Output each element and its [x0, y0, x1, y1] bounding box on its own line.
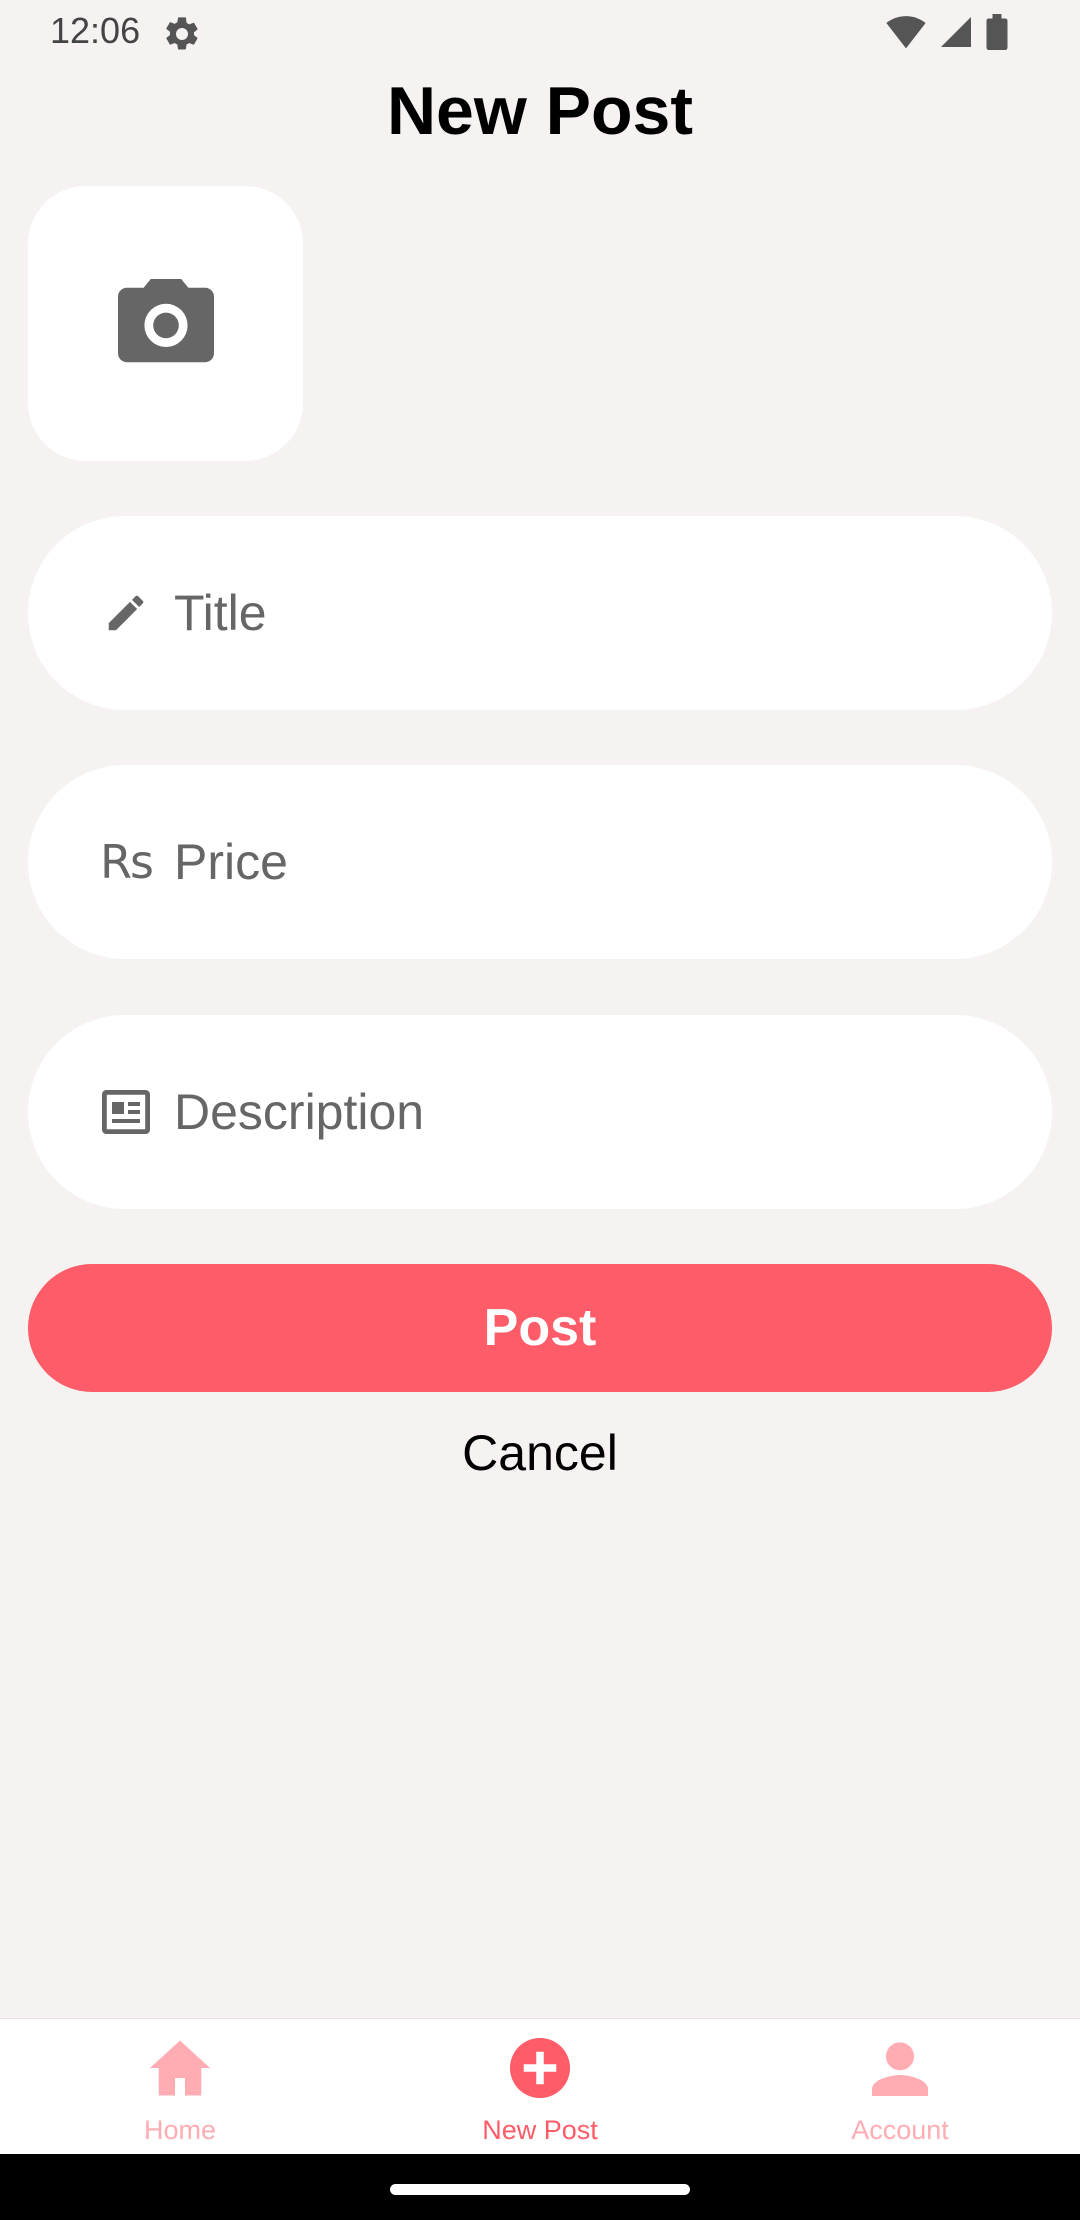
nav-label-new-post: New Post: [482, 2115, 598, 2145]
person-icon: [867, 2035, 933, 2101]
nav-item-home[interactable]: Home: [0, 2019, 360, 2155]
camera-icon: [117, 279, 214, 368]
status-bar: 12:06: [0, 0, 1080, 66]
wifi-icon: [886, 14, 926, 55]
pencil-icon: [98, 585, 154, 641]
nav-item-account[interactable]: Account: [720, 2019, 1080, 2155]
battery-icon: [986, 14, 1008, 55]
gear-icon: [162, 14, 202, 54]
photo-picker-button[interactable]: [28, 186, 303, 461]
status-icons: [886, 14, 1008, 55]
nav-item-new-post[interactable]: New Post: [360, 2019, 720, 2155]
price-field[interactable]: Rs: [28, 765, 1052, 959]
home-gesture-handle[interactable]: [390, 2184, 690, 2195]
article-icon: [98, 1084, 154, 1140]
nav-label-account: Account: [851, 2115, 949, 2145]
page-title: New Post: [386, 73, 694, 149]
price-input[interactable]: [174, 833, 994, 891]
post-button[interactable]: Post: [28, 1264, 1052, 1392]
title-input[interactable]: [174, 584, 994, 642]
description-field[interactable]: [28, 1015, 1052, 1209]
rupee-icon: Rs: [100, 835, 154, 889]
status-time: 12:06: [50, 10, 141, 51]
home-icon: [147, 2035, 213, 2101]
nav-label-home: Home: [143, 2115, 217, 2145]
bottom-nav: Home New Post Account: [0, 2018, 1080, 2155]
add-circle-icon: [507, 2035, 573, 2101]
cancel-button[interactable]: Cancel: [0, 1424, 1080, 1482]
description-input[interactable]: [174, 1083, 994, 1141]
signal-icon: [938, 14, 974, 55]
gesture-bar: [0, 2154, 1080, 2220]
title-field[interactable]: [28, 516, 1052, 710]
